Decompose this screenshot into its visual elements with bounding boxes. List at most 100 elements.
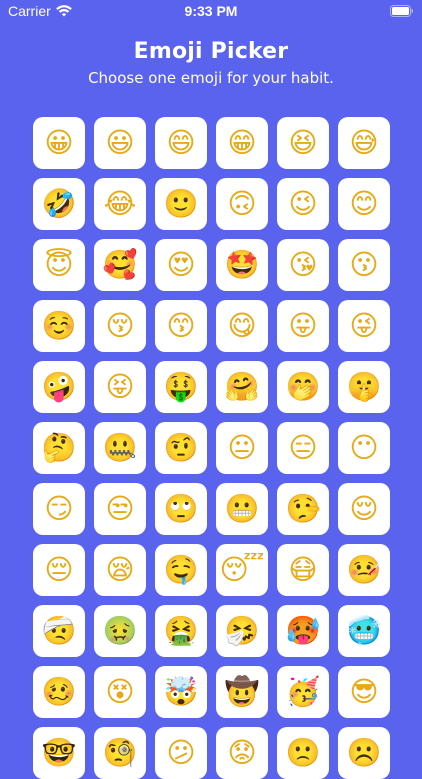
emoji-cell[interactable]: 🥳	[277, 666, 329, 718]
status-time: 9:33 PM	[184, 3, 238, 19]
emoji-glyph: 😐	[227, 431, 257, 464]
emoji-cell[interactable]: 🧐	[94, 727, 146, 779]
emoji-cell[interactable]: 😘	[277, 239, 329, 291]
emoji-cell[interactable]: ☺️	[33, 300, 85, 352]
emoji-cell[interactable]: 😑	[277, 422, 329, 474]
emoji-glyph: 🙃	[227, 187, 257, 220]
emoji-glyph: 🥶	[346, 614, 382, 647]
emoji-glyph: 😪	[105, 553, 135, 586]
battery-icon	[390, 5, 413, 17]
emoji-glyph: 🤣	[41, 187, 77, 220]
emoji-cell[interactable]: 🙂	[155, 178, 207, 230]
emoji-cell[interactable]: 😬	[216, 483, 268, 535]
emoji-cell[interactable]: 🤒	[338, 544, 390, 596]
emoji-cell[interactable]: 😆	[277, 117, 329, 169]
emoji-cell[interactable]: 🥶	[338, 605, 390, 657]
emoji-glyph: 😏	[44, 492, 74, 525]
emoji-cell[interactable]: 😀	[33, 117, 85, 169]
emoji-cell[interactable]: 🤫	[338, 361, 390, 413]
emoji-cell[interactable]: 🤤	[155, 544, 207, 596]
emoji-cell[interactable]: 😒	[94, 483, 146, 535]
emoji-cell[interactable]: 😛	[277, 300, 329, 352]
emoji-glyph: 😑	[288, 431, 318, 464]
emoji-glyph: 😍	[166, 248, 196, 281]
emoji-glyph: 😆	[288, 126, 318, 159]
emoji-glyph: 😒	[105, 492, 135, 525]
emoji-cell[interactable]: 🤔	[33, 422, 85, 474]
emoji-cell[interactable]: 😃	[94, 117, 146, 169]
emoji-cell[interactable]: 😴	[216, 544, 268, 596]
emoji-cell[interactable]: 😐	[216, 422, 268, 474]
emoji-cell[interactable]: 🤨	[155, 422, 207, 474]
emoji-glyph: ☺️	[41, 309, 77, 342]
emoji-glyph: 😄	[166, 126, 196, 159]
emoji-cell[interactable]: 🤭	[277, 361, 329, 413]
emoji-cell[interactable]: 😪	[94, 544, 146, 596]
emoji-glyph: 🤭	[285, 370, 321, 403]
emoji-cell[interactable]: 🤧	[216, 605, 268, 657]
emoji-glyph: 😔	[44, 553, 74, 586]
emoji-glyph: 🙂	[163, 187, 199, 220]
emoji-glyph: 🥳	[285, 675, 321, 708]
emoji-cell[interactable]: 😉	[277, 178, 329, 230]
emoji-glyph: 😴	[219, 553, 265, 586]
emoji-glyph: 🤤	[163, 553, 199, 586]
emoji-cell[interactable]: 😍	[155, 239, 207, 291]
header: Emoji Picker Choose one emoji for your h…	[0, 38, 422, 87]
emoji-glyph: 😎	[349, 675, 379, 708]
emoji-glyph: 😘	[288, 248, 318, 281]
emoji-cell[interactable]: 😌	[338, 483, 390, 535]
emoji-cell[interactable]: 😕	[155, 727, 207, 779]
emoji-cell[interactable]: 😵	[94, 666, 146, 718]
emoji-glyph: 🤐	[102, 431, 138, 464]
emoji-cell[interactable]: 😅	[338, 117, 390, 169]
emoji-cell[interactable]: 😟	[216, 727, 268, 779]
emoji-cell[interactable]: 🤩	[216, 239, 268, 291]
emoji-cell[interactable]: 🤗	[216, 361, 268, 413]
emoji-cell[interactable]: 🤯	[155, 666, 207, 718]
emoji-cell[interactable]: 🤕	[33, 605, 85, 657]
emoji-cell[interactable]: 🤢	[94, 605, 146, 657]
emoji-cell[interactable]: 🤪	[33, 361, 85, 413]
emoji-cell[interactable]: 🤥	[277, 483, 329, 535]
emoji-glyph: 😊	[349, 187, 379, 220]
emoji-cell[interactable]: 🥵	[277, 605, 329, 657]
emoji-cell[interactable]: 😏	[33, 483, 85, 535]
emoji-cell[interactable]: 😎	[338, 666, 390, 718]
emoji-cell[interactable]: 🤣	[33, 178, 85, 230]
emoji-cell[interactable]: 😂	[94, 178, 146, 230]
emoji-cell[interactable]: ☹️	[338, 727, 390, 779]
emoji-cell[interactable]: 😄	[155, 117, 207, 169]
emoji-cell[interactable]: 😔	[33, 544, 85, 596]
emoji-glyph: 😃	[105, 126, 135, 159]
emoji-cell[interactable]: 🥴	[33, 666, 85, 718]
emoji-glyph: 🤔	[41, 431, 77, 464]
emoji-cell[interactable]: 😜	[338, 300, 390, 352]
emoji-cell[interactable]: 😙	[155, 300, 207, 352]
emoji-cell[interactable]: 🥰	[94, 239, 146, 291]
emoji-cell[interactable]: 😗	[338, 239, 390, 291]
emoji-cell[interactable]: 😇	[33, 239, 85, 291]
emoji-cell[interactable]: 🤓	[33, 727, 85, 779]
emoji-cell[interactable]: 🤑	[155, 361, 207, 413]
emoji-cell[interactable]: 😁	[216, 117, 268, 169]
emoji-cell[interactable]: 😷	[277, 544, 329, 596]
emoji-glyph: 😬	[224, 492, 260, 525]
emoji-glyph: 😗	[349, 248, 379, 281]
emoji-cell[interactable]: 😝	[94, 361, 146, 413]
emoji-cell[interactable]: 🤮	[155, 605, 207, 657]
emoji-cell[interactable]: 😶	[338, 422, 390, 474]
emoji-cell[interactable]: 😊	[338, 178, 390, 230]
emoji-glyph: 😁	[227, 126, 257, 159]
emoji-glyph: 🙁	[285, 736, 321, 769]
emoji-cell[interactable]: 🙃	[216, 178, 268, 230]
emoji-cell[interactable]: 🤐	[94, 422, 146, 474]
emoji-cell[interactable]: 😚	[94, 300, 146, 352]
emoji-cell[interactable]: 😋	[216, 300, 268, 352]
emoji-cell[interactable]: 🤠	[216, 666, 268, 718]
emoji-cell[interactable]: 🙄	[155, 483, 207, 535]
status-bar: Carrier 9:33 PM	[0, 0, 422, 22]
emoji-cell[interactable]: 🙁	[277, 727, 329, 779]
emoji-glyph: 🥴	[41, 675, 77, 708]
emoji-glyph: 🤠	[224, 675, 260, 708]
